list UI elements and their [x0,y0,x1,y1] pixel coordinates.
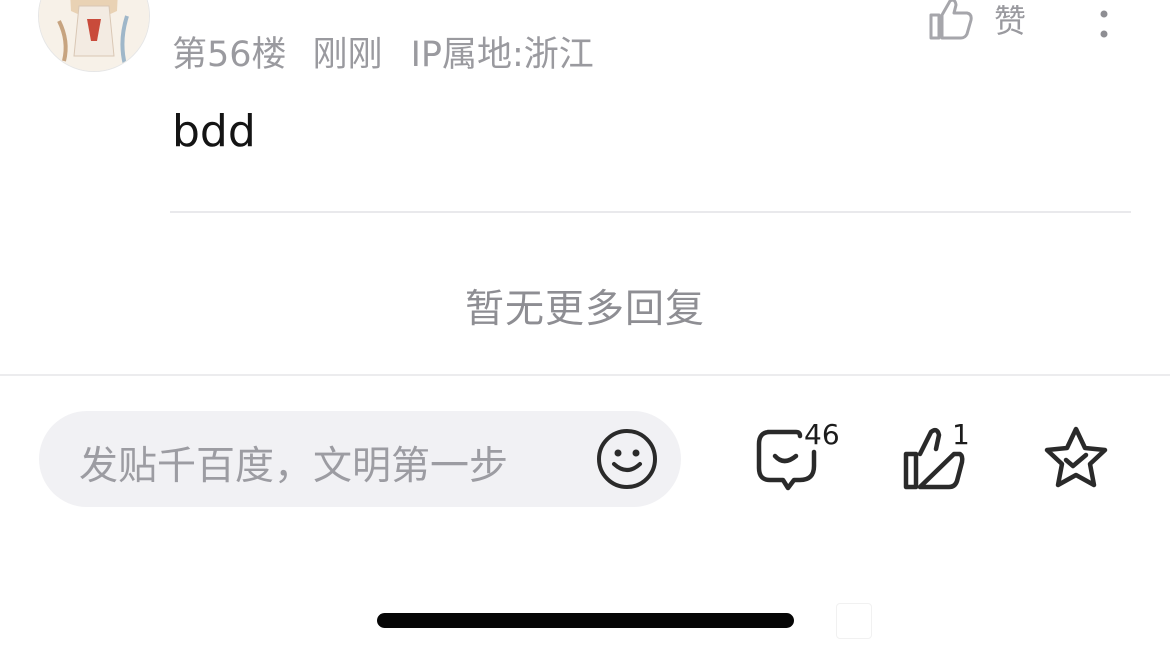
emoji-button[interactable] [596,428,658,490]
thumbs-up-icon [929,0,973,40]
star-icon [1044,426,1108,488]
comment-count: 46 [804,418,840,451]
ip-location: IP属地:浙江 [410,35,594,75]
like-label: 赞 [994,2,1027,40]
comment-button[interactable]: 46 [756,418,840,498]
more-options-button[interactable] [1088,6,1120,46]
avatar[interactable] [38,0,150,72]
home-indicator[interactable] [377,613,794,628]
watermark-icon [836,603,872,639]
post-time: 刚刚 [312,35,383,75]
reply-input-placeholder: 发贴千百度，文明第一步 [79,444,509,489]
smile-icon [597,429,657,489]
divider [170,211,1131,213]
like-button[interactable]: 1 [902,418,970,498]
reply-input[interactable]: 发贴千百度，文明第一步 [39,411,681,507]
more-vertical-icon [1100,10,1108,38]
like-count: 1 [952,418,970,451]
like-button-top[interactable]: 赞 [928,0,1026,42]
post-meta: 第56楼 刚刚 IP属地:浙江 [172,26,594,77]
no-more-replies: 暂无更多回复 [464,287,705,332]
avatar-image [39,0,149,71]
post-content: bdd [172,106,256,157]
floor-number: 第56楼 [172,35,287,75]
bottom-bar-separator [0,374,1170,376]
favorite-button[interactable] [1042,424,1110,496]
